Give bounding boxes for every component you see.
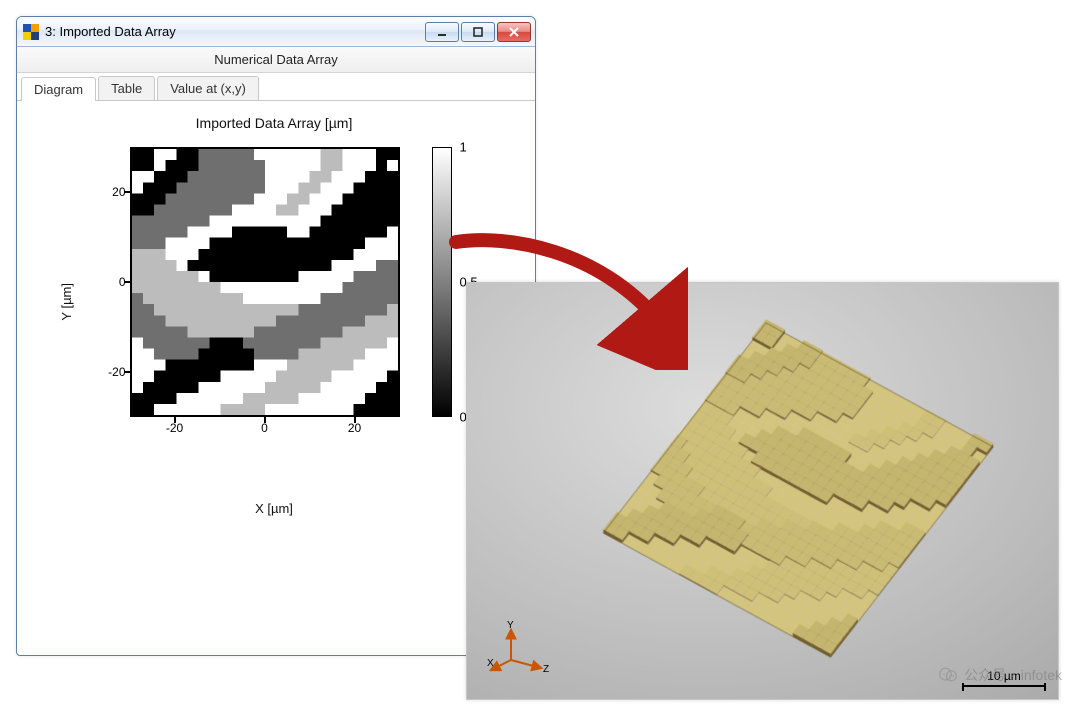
subheader: Numerical Data Array: [17, 47, 535, 73]
heatmap: [130, 147, 400, 417]
window-title: 3: Imported Data Array: [45, 24, 423, 39]
render-canvas[interactable]: [467, 283, 1058, 699]
y-tick: 20: [96, 185, 126, 199]
caption-buttons: [423, 22, 531, 42]
plot-panel: Imported Data Array [µm] Y [µm] 20 0 -20…: [17, 101, 535, 655]
data-array-window: 3: Imported Data Array Numerical Data Ar…: [16, 16, 536, 656]
axis-label-z: Z: [543, 664, 549, 675]
app-icon: [23, 24, 39, 40]
chat-bubble-icon: [938, 665, 958, 685]
x-tick: 20: [335, 421, 375, 435]
colorbar-max: 1: [460, 140, 467, 155]
minimize-button[interactable]: [425, 22, 459, 42]
x-axis-label: X [µm]: [255, 501, 293, 516]
axis-label-y: Y: [507, 620, 514, 631]
plot-title: Imported Data Array [µm]: [196, 115, 353, 131]
axis-triad[interactable]: X Y Z: [485, 618, 555, 681]
tab-table[interactable]: Table: [98, 76, 155, 100]
y-tick: -20: [96, 365, 126, 379]
titlebar[interactable]: 3: Imported Data Array: [17, 17, 535, 47]
watermark-prefix: 公众号 ·: [964, 665, 1015, 685]
close-button[interactable]: [497, 22, 531, 42]
x-tick: -20: [155, 421, 195, 435]
plot-axes[interactable]: 20 0 -20 -20 0 20: [88, 137, 418, 467]
y-tick: 0: [96, 275, 126, 289]
maximize-button[interactable]: [461, 22, 495, 42]
y-axis-label: Y [µm]: [59, 283, 74, 321]
axis-label-x: X: [487, 658, 494, 669]
render-panel[interactable]: X Y Z 10 µm: [466, 282, 1059, 700]
x-tick: 0: [245, 421, 285, 435]
watermark: 公众号 · infotek: [938, 665, 1062, 685]
tab-diagram[interactable]: Diagram: [21, 77, 96, 101]
tab-value-at[interactable]: Value at (x,y): [157, 76, 259, 100]
colorbar-gradient: [432, 147, 452, 417]
watermark-name: infotek: [1021, 667, 1062, 683]
tabstrip: Diagram Table Value at (x,y): [17, 73, 535, 101]
